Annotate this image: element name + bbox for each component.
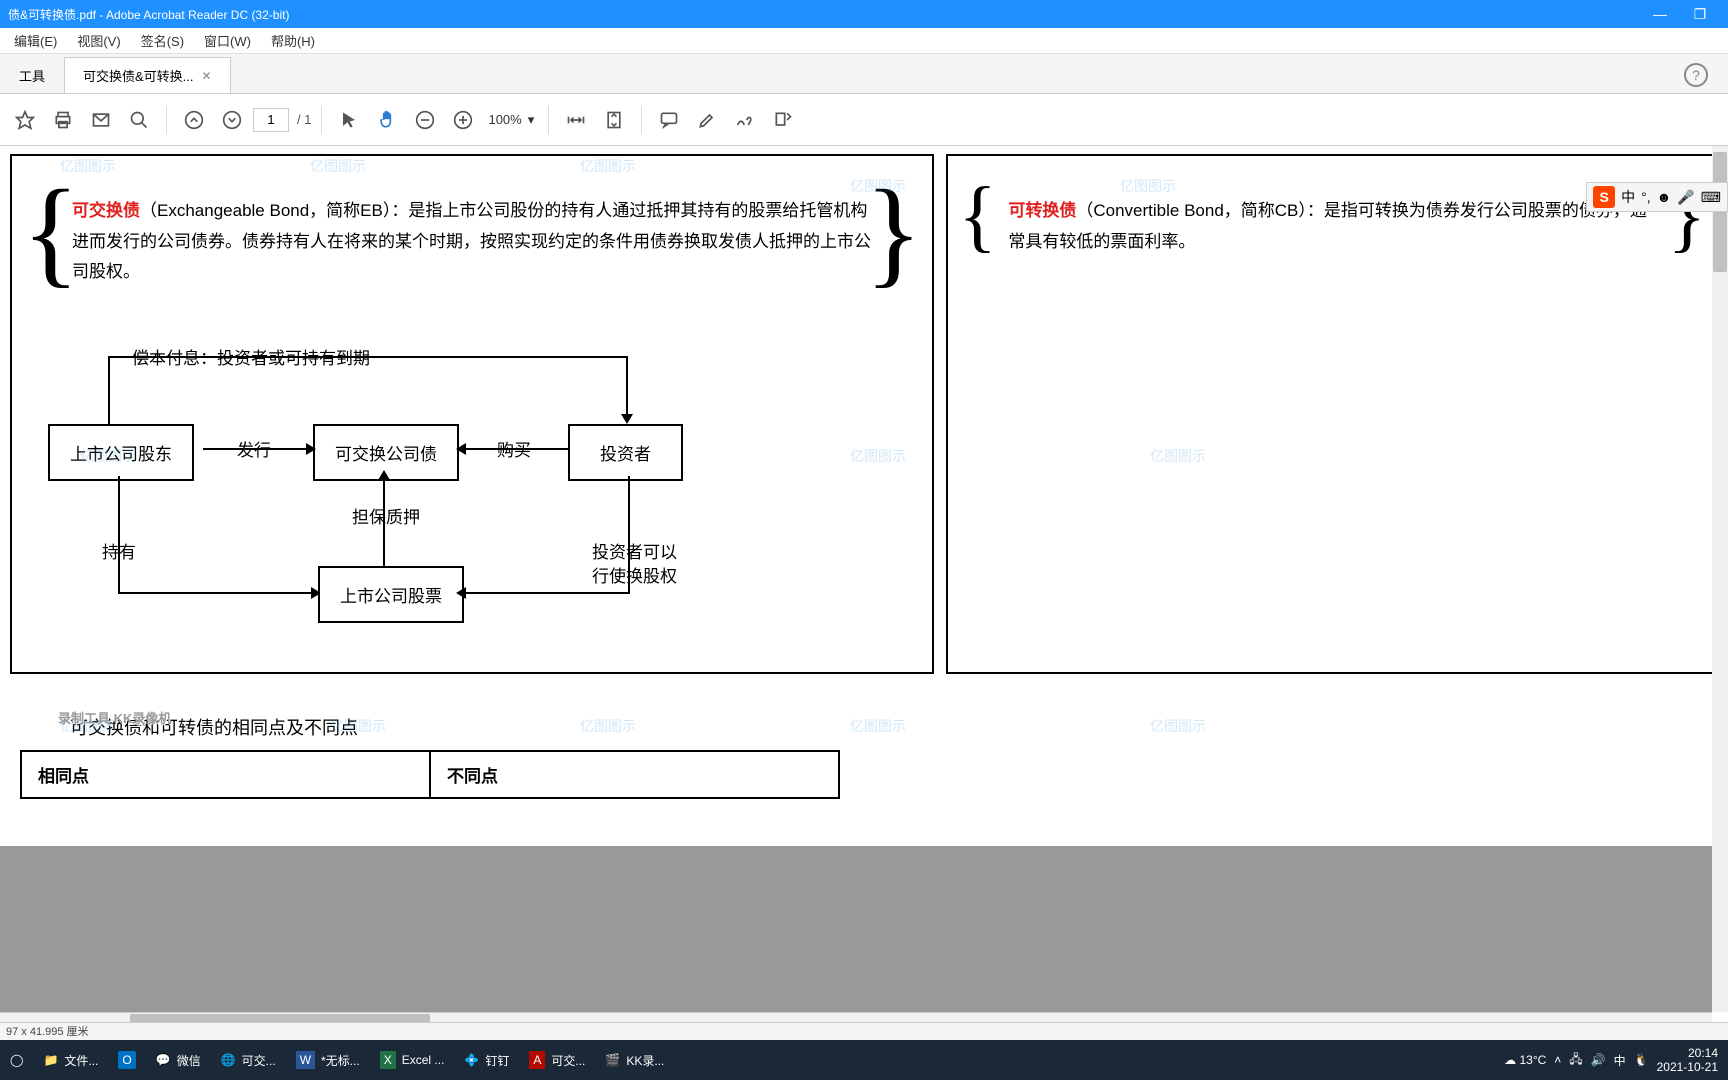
- compare-col-same: 相同点: [22, 752, 431, 797]
- page-up-icon[interactable]: [177, 103, 211, 137]
- taskbar-explorer[interactable]: 📁 文件...: [33, 1040, 108, 1080]
- toolbar: / 1 100%▾: [0, 94, 1728, 146]
- window-title: 债&可转换债.pdf - Adobe Acrobat Reader DC (32…: [8, 6, 1640, 23]
- sogou-logo-icon: S: [1593, 186, 1615, 208]
- compare-table: 相同点 不同点: [20, 750, 840, 799]
- tab-tools[interactable]: 工具: [0, 57, 64, 93]
- status-bar: 97 x 41.995 厘米: [0, 1022, 1728, 1040]
- taskbar-chrome[interactable]: 🌐 可交...: [211, 1040, 286, 1080]
- email-icon[interactable]: [84, 103, 118, 137]
- print-icon[interactable]: [46, 103, 80, 137]
- tab-bar: 工具 可交换债&可转换... ✕ ?: [0, 54, 1728, 94]
- tray-weather[interactable]: ☁ 13°C: [1504, 1053, 1546, 1067]
- hand-tool-icon[interactable]: [370, 103, 404, 137]
- tray-ime[interactable]: 中: [1614, 1052, 1626, 1069]
- help-icon[interactable]: ?: [1684, 63, 1708, 87]
- menu-help[interactable]: 帮助(H): [261, 31, 325, 50]
- page-current-input[interactable]: [253, 108, 289, 132]
- tray-qq-icon[interactable]: 🐧: [1634, 1053, 1649, 1067]
- menu-window[interactable]: 窗口(W): [194, 31, 261, 50]
- eb-definition-text: 可交换债（Exchangeable Bond，简称EB）：是指上市公司股份的持有…: [72, 196, 872, 288]
- status-page-size: 97 x 41.995 厘米: [6, 1026, 89, 1038]
- fit-width-icon[interactable]: [559, 103, 593, 137]
- zoom-in-icon[interactable]: [446, 103, 480, 137]
- taskbar-wechat[interactable]: 💬 微信: [146, 1040, 211, 1080]
- cb-definition-text: 可转换债（Convertible Bond，简称CB）：是指可转换为债券发行公司…: [1008, 196, 1656, 257]
- star-icon[interactable]: [8, 103, 42, 137]
- ime-lang[interactable]: 中: [1621, 187, 1635, 207]
- sign-icon[interactable]: [728, 103, 762, 137]
- taskbar-kk-recorder[interactable]: 🎬 KK录...: [595, 1040, 674, 1080]
- tray-chevron-up-icon[interactable]: ˄: [1554, 1053, 1561, 1067]
- taskbar-acrobat[interactable]: A 可交...: [519, 1040, 595, 1080]
- recorder-overlay-text: 录制工具 KK录像机: [58, 708, 171, 727]
- tray-volume-icon[interactable]: 🔊: [1591, 1053, 1606, 1067]
- page-navigation: / 1: [253, 108, 311, 132]
- zoom-out-icon[interactable]: [408, 103, 442, 137]
- more-tools-icon[interactable]: [766, 103, 800, 137]
- flow-label-right2: 行使换股权: [588, 562, 681, 587]
- page-down-icon[interactable]: [215, 103, 249, 137]
- close-tab-icon[interactable]: ✕: [202, 69, 212, 83]
- zoom-select[interactable]: 100%▾: [484, 112, 538, 128]
- section-compare-title: 可交换债和可转债的相同点及不同点: [10, 714, 1718, 740]
- ime-keyboard-icon[interactable]: ⌨: [1701, 189, 1721, 206]
- taskbar-excel[interactable]: X Excel ...: [370, 1040, 455, 1080]
- menu-sign[interactable]: 签名(S): [131, 31, 194, 50]
- flow-box-shareholder: 上市公司股东: [48, 424, 194, 481]
- tray-network-icon[interactable]: 🖧: [1569, 1050, 1582, 1071]
- ime-toolbar[interactable]: S 中 °, ☻ 🎤 ⌨: [1586, 182, 1728, 212]
- minimize-button[interactable]: —: [1640, 6, 1680, 22]
- tab-document-label: 可交换债&可转换...: [83, 66, 194, 85]
- window-titlebar: 债&可转换债.pdf - Adobe Acrobat Reader DC (32…: [0, 0, 1728, 28]
- highlight-icon[interactable]: [690, 103, 724, 137]
- chevron-down-icon: ▾: [528, 112, 535, 128]
- menu-view[interactable]: 视图(V): [67, 31, 130, 50]
- maximize-button[interactable]: ❐: [1680, 6, 1720, 23]
- taskbar: ◯ 📁 文件... O 💬 微信 🌐 可交... W *无标... X Exce…: [0, 1040, 1728, 1080]
- taskbar-word[interactable]: W *无标...: [286, 1040, 370, 1080]
- search-icon[interactable]: [122, 103, 156, 137]
- ime-voice-icon[interactable]: 🎤: [1677, 189, 1694, 206]
- taskbar-dingtalk[interactable]: 💠 钉钉: [454, 1040, 519, 1080]
- tray-date[interactable]: 2021-10-21: [1657, 1060, 1718, 1074]
- taskbar-start[interactable]: ◯: [0, 1040, 33, 1080]
- system-tray: ☁ 13°C ˄ 🖧 🔊 中 🐧 20:14 2021-10-21: [1494, 1046, 1728, 1075]
- flow-box-investor: 投资者: [568, 424, 683, 481]
- vertical-scrollbar[interactable]: [1712, 146, 1728, 1012]
- eb-definition-card: { } 可交换债（Exchangeable Bond，简称EB）：是指上市公司股…: [10, 154, 934, 674]
- tab-document[interactable]: 可交换债&可转换... ✕: [64, 57, 231, 93]
- menu-edit[interactable]: 编辑(E): [4, 31, 67, 50]
- eb-flow-diagram: 偿本付息：投资者或可持有到期 上市公司股东 可交换公司债 投资者 发行 购买: [48, 348, 896, 638]
- menubar: 编辑(E) 视图(V) 签名(S) 窗口(W) 帮助(H): [0, 28, 1728, 54]
- ime-punct-icon[interactable]: °,: [1641, 189, 1651, 205]
- flow-label-pledge: 担保质押: [348, 503, 424, 528]
- tray-time[interactable]: 20:14: [1657, 1046, 1718, 1060]
- cb-definition-card: { } 可转换债（Convertible Bond，简称CB）：是指可转换为债券…: [946, 154, 1718, 674]
- flow-box-stock: 上市公司股票: [318, 566, 464, 623]
- taskbar-outlook[interactable]: O: [108, 1040, 145, 1080]
- page-total: / 1: [297, 112, 311, 127]
- select-tool-icon[interactable]: [332, 103, 366, 137]
- pdf-page: { } 可交换债（Exchangeable Bond，简称EB）：是指上市公司股…: [0, 146, 1728, 846]
- document-viewport[interactable]: { } 可交换债（Exchangeable Bond，简称EB）：是指上市公司股…: [0, 146, 1728, 1012]
- ime-emoji-icon[interactable]: ☻: [1657, 189, 1672, 205]
- flow-label-right1: 投资者可以: [588, 538, 681, 563]
- fit-page-icon[interactable]: [597, 103, 631, 137]
- comment-icon[interactable]: [652, 103, 686, 137]
- compare-col-diff: 不同点: [431, 752, 838, 797]
